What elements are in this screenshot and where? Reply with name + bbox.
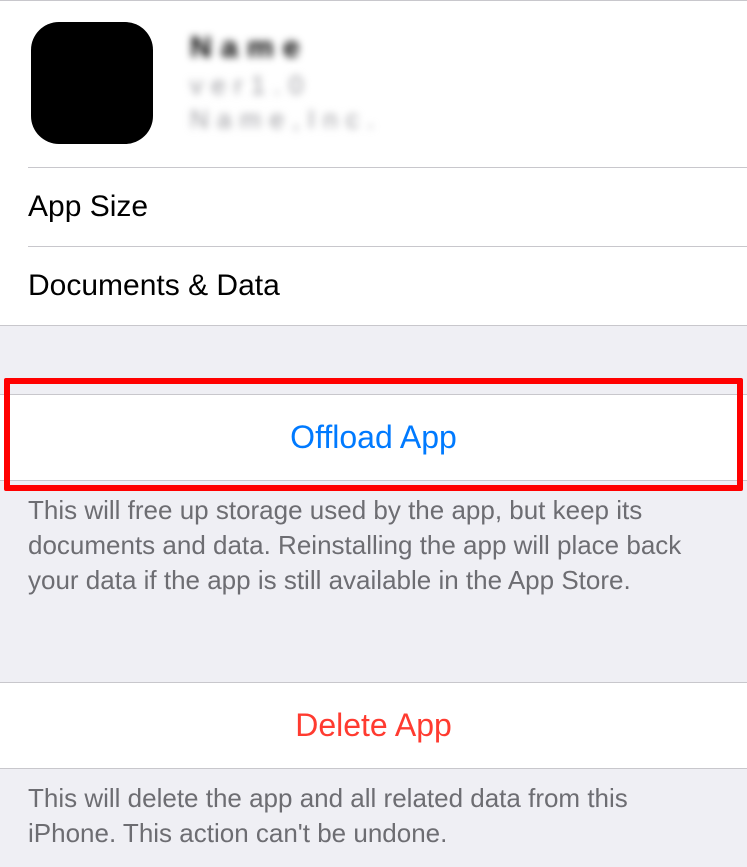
- app-meta: N a m e v e r 1 . 0 N a m e , I n c .: [190, 31, 375, 135]
- documents-data-label: Documents & Data: [28, 269, 280, 303]
- app-name: N a m e: [190, 31, 375, 66]
- app-header-card: N a m e v e r 1 . 0 N a m e , I n c .: [0, 0, 747, 167]
- delete-app-note: This will delete the app and all related…: [0, 769, 747, 867]
- offload-highlight-wrapper: Offload App: [0, 394, 747, 481]
- app-icon-image: [31, 22, 153, 144]
- app-size-label: App Size: [28, 190, 148, 224]
- row-documents-data: Documents & Data: [28, 246, 747, 325]
- app-icon: [28, 19, 156, 147]
- app-publisher: N a m e , I n c .: [190, 105, 375, 135]
- app-version: v e r 1 . 0: [190, 71, 375, 101]
- offload-section: Offload App This will free up storage us…: [0, 394, 747, 614]
- app-info-group: App Size Documents & Data: [0, 167, 747, 326]
- offload-app-button[interactable]: Offload App: [0, 394, 747, 481]
- delete-app-button[interactable]: Delete App: [0, 682, 747, 769]
- offload-app-note: This will free up storage used by the ap…: [0, 481, 747, 614]
- row-app-size: App Size: [28, 167, 747, 246]
